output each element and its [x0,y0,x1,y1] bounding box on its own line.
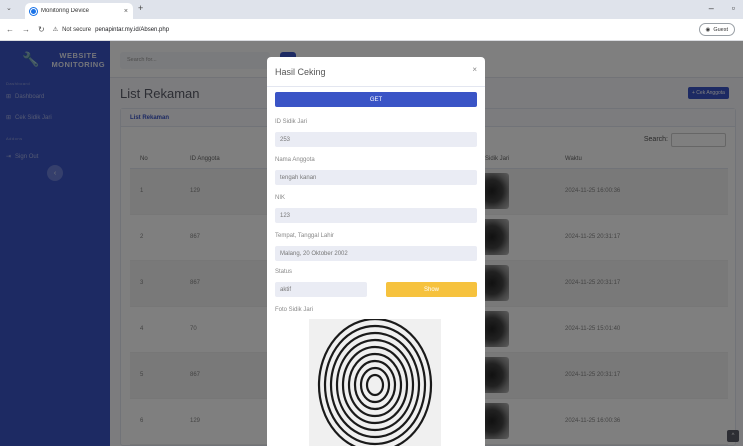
profile-label: Guest [713,26,728,33]
forward-icon[interactable]: → [22,25,30,34]
reload-icon[interactable]: ↻ [38,25,45,34]
modal-title: Hasil Ceking [275,67,326,77]
profile-icon: ◉ [705,26,711,33]
ttl-label: Tempat, Tanggal Lahir [275,233,334,239]
not-secure-label: Not secure [62,26,92,33]
url-field[interactable]: ⚠ Not secure penapintar.my.id/Absen.php [53,26,170,34]
nama-anggota-label: Nama Anggota [275,157,315,163]
hasil-ceking-modal: Hasil Ceking × GET ID Sidik Jari 253 Nam… [267,57,485,446]
address-bar: ← → ↻ ⚠ Not secure penapintar.my.id/Abse… [0,19,743,41]
browser-tab-bar: ⌄ Monitoring Device × + – ▫ [0,0,743,19]
tab-search-icon[interactable]: ⌄ [6,4,12,12]
nik-field[interactable]: 123 [275,208,477,223]
id-sidik-jari-label: ID Sidik Jari [275,119,308,125]
show-button[interactable]: Show [386,282,477,297]
status-label: Status [275,269,293,275]
url-text: penapintar.my.id/Absen.php [95,26,170,33]
restore-icon[interactable]: ▫ [732,3,735,13]
fingerprint-image [309,319,441,446]
minimize-icon[interactable]: – [709,3,714,13]
tab-title: Monitoring Device [41,8,90,14]
browser-tab[interactable]: Monitoring Device × [25,3,133,19]
foto-sidik-jari-label: Foto Sidik Jari [275,307,314,313]
status-field[interactable]: aktif [275,282,367,297]
tab-close-icon[interactable]: × [124,8,128,15]
modal-divider [267,86,485,87]
id-sidik-jari-field[interactable]: 253 [275,132,477,147]
nama-anggota-field[interactable]: tengah kanan [275,170,477,185]
not-secure-warning-icon[interactable]: ⚠ [53,26,58,33]
get-button[interactable]: GET [275,92,477,107]
back-icon[interactable]: ← [6,25,14,34]
close-icon[interactable]: × [472,65,477,74]
new-tab-icon[interactable]: + [138,3,143,13]
window-controls: – ▫ [709,3,735,13]
ttl-field[interactable]: Malang, 20 Oktober 2002 [275,246,477,261]
favicon-icon [30,7,37,15]
nik-label: NIK [275,195,286,201]
profile-button[interactable]: ◉ Guest [698,23,735,36]
